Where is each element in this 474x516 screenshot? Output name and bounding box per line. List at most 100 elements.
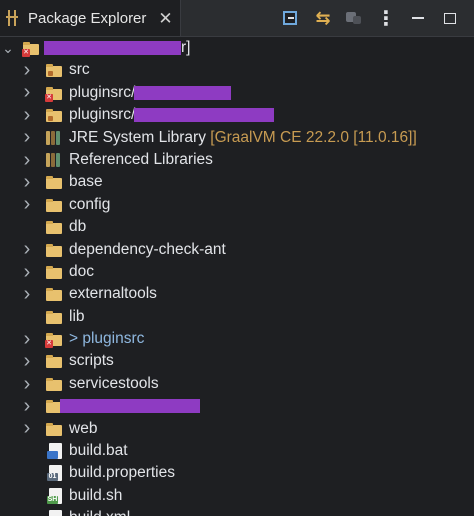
tree-item[interactable]: › dependency-check-ant: [0, 238, 474, 261]
project-error-icon: ✕: [22, 40, 41, 57]
chevron-right-icon[interactable]: ›: [21, 328, 33, 350]
tree-item[interactable]: › JRE System Library [GraalVM CE 22.2.0 […: [0, 126, 474, 149]
tree-item-label: build.bat: [69, 442, 128, 460]
chevron-right-icon[interactable]: ›: [21, 171, 33, 194]
tree-item[interactable]: › web: [0, 417, 474, 440]
tree-item[interactable]: lib: [0, 306, 474, 328]
package-folder-icon: [46, 62, 64, 78]
maximize-button[interactable]: [436, 4, 464, 32]
tree-item[interactable]: › doc: [0, 261, 474, 283]
tree-item[interactable]: › base: [0, 171, 474, 193]
chevron-right-icon[interactable]: ›: [21, 283, 33, 305]
redacted-text: [60, 399, 200, 414]
chevron-right-icon[interactable]: ›: [21, 417, 33, 440]
maximize-icon: [444, 12, 456, 24]
tree-item-label: pluginsrc/: [69, 83, 136, 101]
chevron-down-icon[interactable]: ⌄: [2, 37, 14, 59]
folder-icon: [46, 421, 64, 437]
tree-item-label: db: [69, 218, 87, 236]
minimize-icon: [412, 17, 424, 19]
package-marker-icon: [48, 116, 53, 122]
chevron-right-icon[interactable]: ›: [21, 395, 33, 417]
redacted-text: [134, 108, 274, 123]
file-icon: [46, 510, 64, 516]
chevron-right-icon[interactable]: ›: [21, 238, 33, 261]
view-menu-button[interactable]: ⋮: [372, 4, 400, 32]
view-menu-icon: ⋮: [376, 7, 396, 30]
tree-item-label: Referenced Libraries: [69, 150, 213, 168]
chevron-right-icon[interactable]: ›: [21, 193, 33, 216]
tree-item-label: build.properties: [69, 464, 175, 482]
link-with-editor-button[interactable]: ⇆: [308, 4, 336, 32]
tree-item-label: base: [69, 173, 103, 191]
folder-icon: [46, 219, 64, 235]
project-label-suffix: r]: [181, 39, 191, 56]
folder-icon: [46, 309, 64, 325]
tree-item-label: doc: [69, 262, 94, 280]
tree-item[interactable]: › src: [0, 59, 474, 81]
tree-item-label: web: [69, 419, 98, 437]
package-marker-icon: [48, 71, 53, 77]
package-explorer-tab[interactable]: Package Explorer ✕: [0, 0, 181, 36]
tree-item-label: build.sh: [69, 486, 123, 504]
chevron-right-icon[interactable]: ›: [21, 104, 33, 126]
tree-item[interactable]: build.bat: [0, 440, 474, 462]
tree-item[interactable]: › ✕ pluginsrc/: [0, 81, 474, 104]
collapse-all-button[interactable]: [276, 4, 304, 32]
tree-item-label: scripts: [69, 352, 114, 370]
tree-item[interactable]: build.xml: [0, 507, 474, 516]
tree-item[interactable]: › config: [0, 193, 474, 216]
file-sh-icon: SH: [47, 487, 62, 504]
tree-item[interactable]: › servicestools: [0, 373, 474, 395]
focus-on-active-button[interactable]: [340, 4, 368, 32]
tree-item-decoration: [GraalVM CE 22.2.0 [11.0.16]]: [205, 128, 417, 146]
chevron-right-icon[interactable]: ›: [21, 350, 33, 373]
redacted-text: [134, 85, 231, 100]
tree-item[interactable]: 01 build.properties: [0, 462, 474, 484]
close-icon[interactable]: ✕: [158, 10, 172, 27]
tree-item[interactable]: › ✕ > pluginsrc: [0, 328, 474, 350]
error-marker-icon: ✕: [22, 49, 30, 57]
tree-item[interactable]: › pluginsrc/: [0, 104, 474, 126]
chevron-right-icon[interactable]: ›: [21, 149, 33, 171]
tree-item-label: servicestools: [69, 374, 159, 392]
chevron-right-icon[interactable]: ›: [21, 81, 33, 104]
file-properties-icon: 01: [47, 465, 62, 482]
library-icon: [46, 130, 64, 146]
folder-icon: [46, 174, 64, 190]
view-toolbar: ⇆ ⋮: [276, 0, 474, 36]
tree-item[interactable]: › scripts: [0, 350, 474, 372]
chevron-right-icon[interactable]: ›: [21, 59, 33, 82]
chevron-right-icon[interactable]: ›: [21, 126, 33, 149]
folder-icon: [46, 353, 64, 369]
tree-item-label: lib: [69, 307, 85, 325]
tree-item-label: dependency-check-ant: [69, 240, 226, 258]
tree-item[interactable]: SH build.sh: [0, 485, 474, 507]
tree-item-label: externaltools: [69, 285, 157, 303]
folder-icon: [46, 264, 64, 280]
tree-item-label: src: [69, 61, 90, 79]
package-explorer-icon: [6, 9, 22, 27]
tree-item[interactable]: ›: [0, 395, 474, 417]
file-icon: [46, 443, 64, 460]
chevron-right-icon[interactable]: ›: [21, 373, 33, 395]
tree-item-label: config: [69, 195, 111, 213]
folder-icon: [46, 197, 64, 213]
tree-item-project[interactable]: ⌄ ✕ r]: [0, 37, 474, 59]
error-marker-icon: ✕: [45, 93, 53, 102]
tab-title: Package Explorer: [28, 9, 147, 27]
folder-icon: [46, 376, 64, 392]
view-header: Package Explorer ✕ ⇆ ⋮: [0, 0, 474, 37]
collapse-all-icon: [283, 11, 297, 25]
file-xml-icon: [49, 510, 62, 516]
folder-icon: [46, 286, 64, 302]
chevron-right-icon[interactable]: ›: [21, 261, 33, 283]
tree-item[interactable]: › Referenced Libraries: [0, 149, 474, 171]
tree-item[interactable]: › externaltools: [0, 283, 474, 305]
tree-item-label: pluginsrc/: [69, 106, 136, 124]
tree-item-label: JRE System Library [GraalVM CE 22.2.0 [1…: [69, 128, 417, 146]
error-marker-icon: ✕: [45, 340, 53, 349]
minimize-button[interactable]: [404, 4, 432, 32]
tree-item[interactable]: db: [0, 216, 474, 238]
library-icon: [46, 152, 64, 168]
